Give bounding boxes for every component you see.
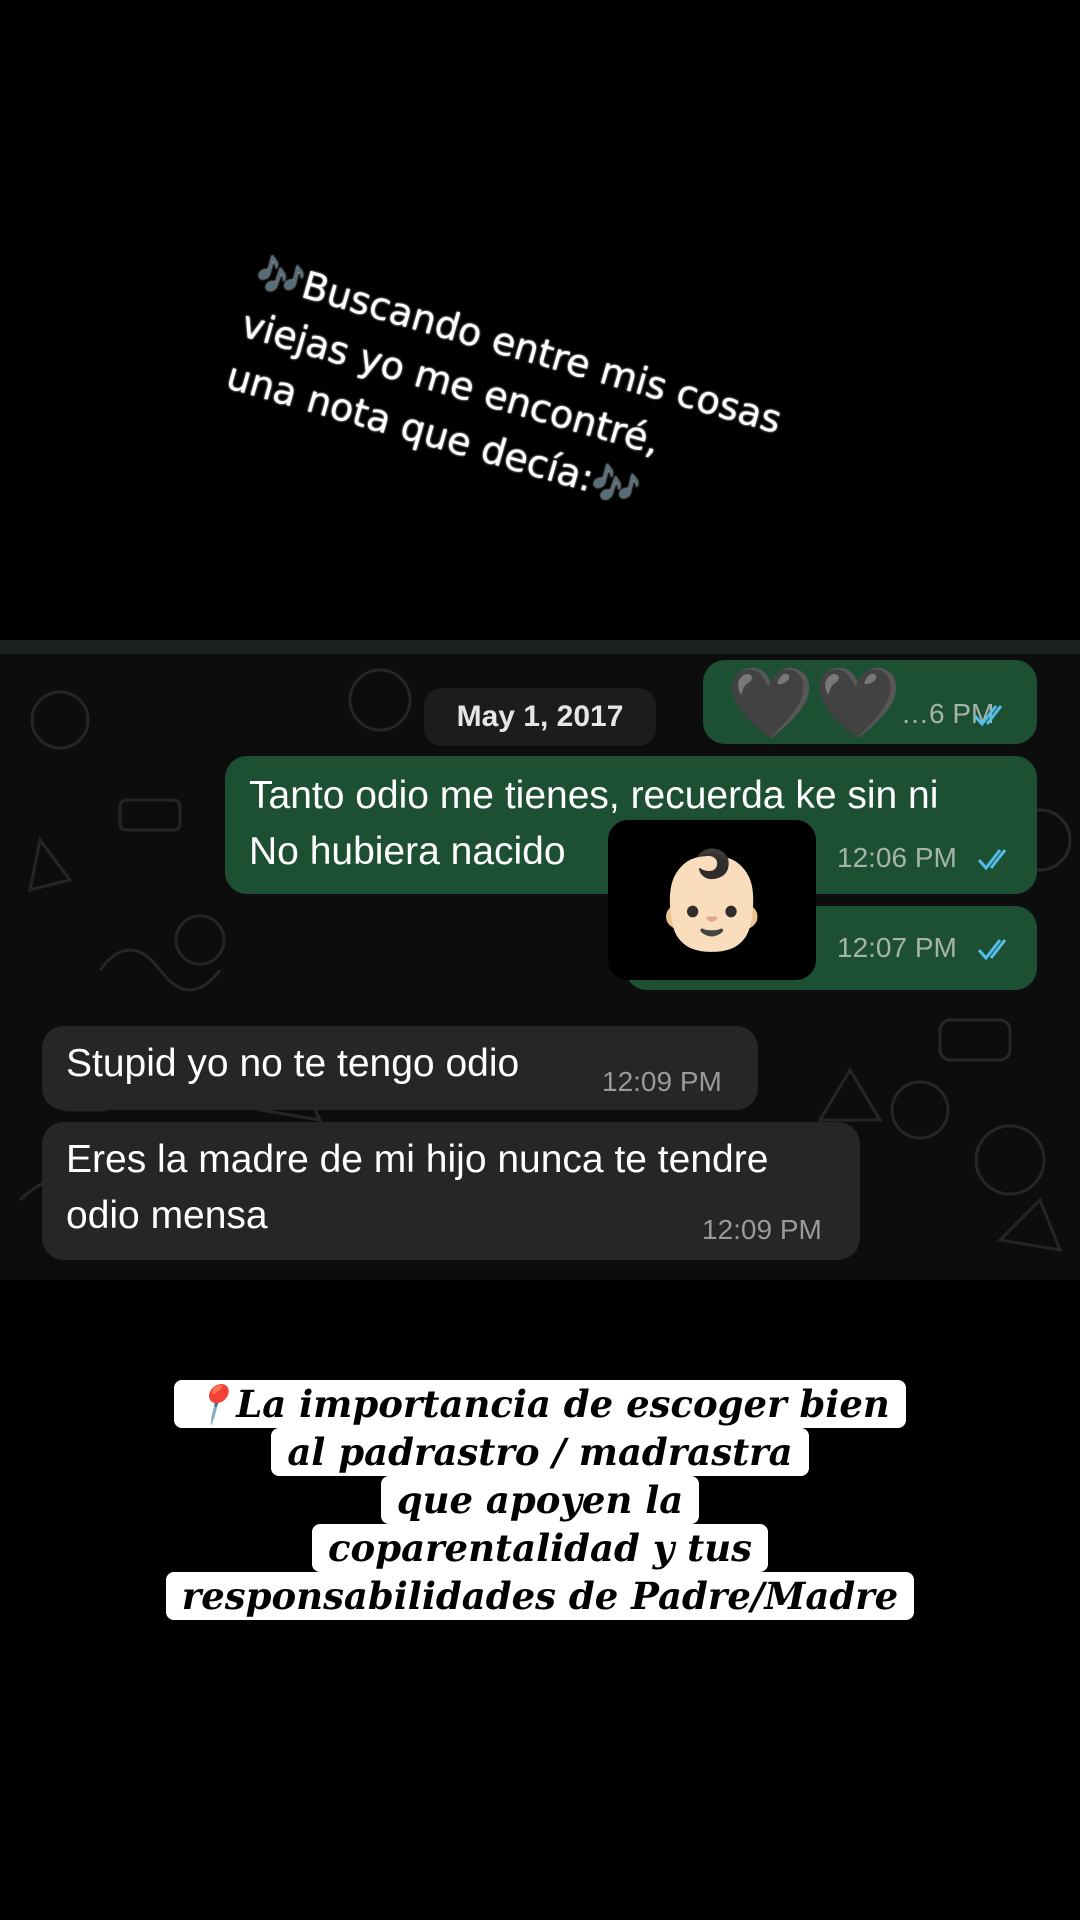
- chat-screenshot: May 1, 2017 🖤🖤 …6 PM Tanto odio me tiene…: [0, 640, 1080, 1280]
- baby-emoji: 👶🏻: [652, 844, 772, 956]
- incoming-message-bubble[interactable]: Eres la madre de mi hijo nunca te tendre…: [42, 1122, 860, 1260]
- message-emoji: 🖤🖤: [727, 662, 902, 744]
- caption-line: coparentalidad y tus: [312, 1524, 768, 1572]
- caption-line: que apoyen la: [380, 1476, 700, 1524]
- read-ticks-icon: [977, 849, 1007, 871]
- date-pill: May 1, 2017: [424, 688, 656, 746]
- sticker-card[interactable]: 👶🏻: [608, 820, 816, 980]
- incoming-message-bubble[interactable]: Stupid yo no te tengo odio 12:09 PM: [42, 1026, 758, 1110]
- top-caption: 🎶Buscando entre mis cosas viejas yo me e…: [221, 249, 787, 514]
- caption-line: 📍La importancia de escoger bien: [174, 1380, 906, 1428]
- message-time: 12:06 PM: [837, 842, 957, 873]
- read-ticks-icon: [973, 705, 1003, 727]
- message-time: 12:09 PM: [602, 1066, 722, 1097]
- message-time: 12:09 PM: [702, 1214, 822, 1245]
- read-ticks-icon: [977, 939, 1007, 961]
- message-text: Stupid yo no te tengo odio: [66, 1042, 520, 1085]
- message-time: 12:07 PM: [837, 932, 957, 963]
- bottom-caption: 📍La importancia de escoger bien al padra…: [0, 1380, 1080, 1620]
- caption-line: responsabilidades de Padre/Madre: [165, 1572, 915, 1620]
- outgoing-message-bubble[interactable]: 🖤🖤 …6 PM: [703, 660, 1037, 744]
- caption-line: al padrastro / madrastra: [271, 1428, 809, 1476]
